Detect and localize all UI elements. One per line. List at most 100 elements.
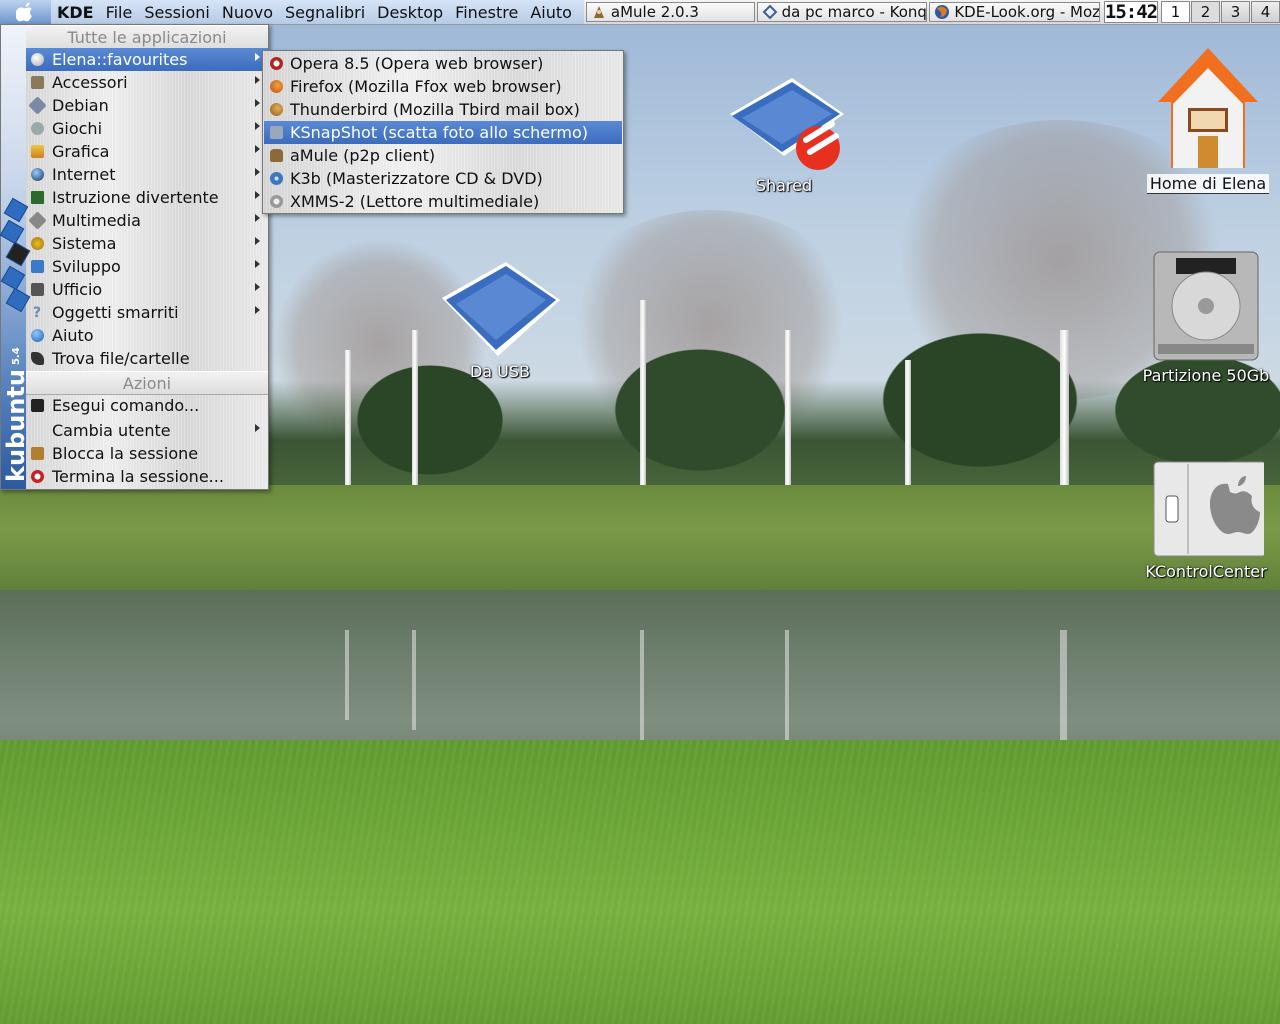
kmenu-item-favourites[interactable]: Elena::favourites — [26, 48, 268, 71]
kmenu-action-esegui-comando[interactable]: Esegui comando... — [26, 394, 268, 417]
find-icon — [28, 351, 46, 367]
kmenu-item-debian[interactable]: Debian — [26, 94, 268, 117]
multimedia-icon — [27, 211, 47, 230]
desktop-icon-kcontrol[interactable]: KControlCenter — [1144, 460, 1268, 581]
development-icon — [28, 259, 46, 275]
xmms-icon — [267, 194, 285, 210]
wallpaper-grass — [0, 740, 1280, 1024]
wallpaper-birch — [412, 330, 418, 500]
kmenu-item-grafica[interactable]: Grafica — [26, 140, 268, 163]
desktop-icon-label: Da USB — [469, 362, 531, 381]
submenu-arrow-icon — [255, 53, 260, 61]
wallpaper-birch — [785, 330, 791, 510]
amule-icon — [593, 6, 604, 18]
menu-desktop[interactable]: Desktop — [371, 3, 449, 22]
kmenu-item-istruzione[interactable]: Istruzione divertente — [26, 186, 268, 209]
kmenu-item-accessori[interactable]: Accessori — [26, 71, 268, 94]
run-icon — [28, 398, 46, 414]
taskbar-button-amule[interactable]: aMule 2.0.3 — [585, 2, 755, 22]
firefox-icon — [267, 79, 285, 95]
menu-nuovo[interactable]: Nuovo — [216, 3, 279, 22]
kmenu-item-internet[interactable]: Internet — [26, 163, 268, 186]
konqueror-icon — [762, 4, 778, 20]
submenu-arrow-icon — [255, 283, 260, 291]
desktop-icon-label: KControlCenter — [1145, 562, 1267, 581]
wallpaper-birch — [640, 300, 646, 510]
ksnapshot-icon — [267, 125, 285, 141]
wallpaper-far-bank — [0, 485, 1280, 595]
menu-finestre[interactable]: Finestre — [449, 3, 524, 22]
top-panel: KDE File Sessioni Nuovo Segnalibri Deskt… — [0, 0, 1280, 25]
menu-kde[interactable]: KDE — [51, 3, 100, 22]
menu-file[interactable]: File — [100, 3, 139, 22]
menu-aiuto[interactable]: Aiuto — [524, 3, 578, 22]
favourites-icon — [28, 52, 46, 68]
kmenu-action-termina-sessione[interactable]: Termina la sessione... — [26, 465, 268, 488]
kmenu-item-ufficio[interactable]: Ufficio — [26, 278, 268, 301]
desktop-icon-partition[interactable]: Partizione 50Gb — [1143, 248, 1269, 385]
submenu-arrow-icon — [255, 237, 260, 245]
debian-icon — [27, 96, 47, 115]
games-icon — [28, 121, 46, 137]
kmenu-button[interactable] — [0, 0, 51, 24]
pager-desktop-3[interactable]: 3 — [1221, 1, 1250, 23]
submenu-item-amule[interactable]: aMule (p2p client) — [264, 144, 622, 167]
submenu-item-xmms[interactable]: XMMS-2 (Lettore multimediale) — [264, 190, 622, 213]
system-icon — [28, 236, 46, 252]
pager-desktop-4[interactable]: 4 — [1251, 1, 1280, 23]
pager-desktop-2[interactable]: 2 — [1191, 1, 1220, 23]
taskbar-button-konqueror[interactable]: da pc marco - Konq — [756, 2, 928, 22]
submenu-item-opera[interactable]: Opera 8.5 (Opera web browser) — [264, 52, 622, 75]
usb-drive-icon — [442, 262, 560, 356]
submenu-item-ksnapshot[interactable]: KSnapShot (scatta foto allo schermo) — [264, 121, 622, 144]
logout-icon — [28, 469, 46, 485]
control-center-icon — [1153, 461, 1264, 557]
wallpaper-reflection — [345, 630, 349, 720]
pager-desktop-1[interactable]: 1 — [1161, 1, 1190, 23]
kubuntu-cube-decoration — [0, 265, 26, 291]
kmenu-side-banner: kubuntu 5.4 — [0, 25, 31, 489]
apple-logo-icon — [16, 2, 33, 22]
office-icon — [28, 282, 46, 298]
opera-icon — [267, 56, 285, 72]
accessories-icon — [28, 75, 46, 91]
submenu-arrow-icon — [255, 214, 260, 222]
internet-icon — [28, 167, 46, 183]
kmenu-item-trova-file[interactable]: Trova file/cartelle — [26, 347, 268, 370]
desktop-icon-home[interactable]: Home di Elena — [1146, 44, 1270, 194]
submenu-item-firefox[interactable]: Firefox (Mozilla Ffox web browser) — [264, 75, 622, 98]
kmenu-item-sistema[interactable]: Sistema — [26, 232, 268, 255]
graphics-icon — [28, 144, 46, 160]
kmenu-item-aiuto[interactable]: Aiuto — [26, 324, 268, 347]
wallpaper-reflection — [412, 630, 416, 730]
kmenu-action-blocca-sessione[interactable]: Blocca la sessione — [26, 442, 268, 465]
desktop-pager: 1 2 3 4 — [1160, 1, 1280, 23]
firefox-icon — [935, 5, 950, 19]
wallpaper-reflection — [785, 630, 789, 740]
wallpaper-birch — [1060, 330, 1069, 510]
kmenu-action-cambia-utente[interactable]: Cambia utente — [26, 419, 268, 442]
kmenu-item-oggetti-smarriti[interactable]: ? Oggetti smarriti — [26, 301, 268, 324]
desktop-icon-label: Home di Elena — [1146, 174, 1270, 194]
taskbar-button-firefox[interactable]: KDE-Look.org - Mozi — [929, 2, 1100, 22]
kmenu-item-sviluppo[interactable]: Sviluppo — [26, 255, 268, 278]
desktop-icon-shared[interactable]: Shared — [722, 74, 846, 195]
submenu-arrow-icon — [255, 424, 260, 432]
panel-clock[interactable]: 15:42 — [1104, 1, 1158, 23]
kmenu-item-multimedia[interactable]: Multimedia — [26, 209, 268, 232]
submenu-item-thunderbird[interactable]: Thunderbird (Mozilla Tbird mail box) — [264, 98, 622, 121]
menu-segnalibri[interactable]: Segnalibri — [279, 3, 371, 22]
desktop-icon-usb[interactable]: Da USB — [438, 258, 562, 381]
shared-folder-icon — [730, 78, 844, 170]
menu-sessioni[interactable]: Sessioni — [138, 3, 216, 22]
kmenu-item-giochi[interactable]: Giochi — [26, 117, 268, 140]
hard-disk-icon — [1153, 251, 1259, 361]
submenu-item-k3b[interactable]: K3b (Masterizzatore CD & DVD) — [264, 167, 622, 190]
submenu-arrow-icon — [255, 260, 260, 268]
submenu-arrow-icon — [255, 145, 260, 153]
favourites-submenu: Opera 8.5 (Opera web browser) Firefox (M… — [262, 50, 624, 214]
education-icon — [28, 190, 46, 206]
switch-user-icon — [28, 423, 46, 439]
amule-icon — [267, 148, 285, 164]
menubar: KDE File Sessioni Nuovo Segnalibri Deskt… — [50, 0, 584, 24]
